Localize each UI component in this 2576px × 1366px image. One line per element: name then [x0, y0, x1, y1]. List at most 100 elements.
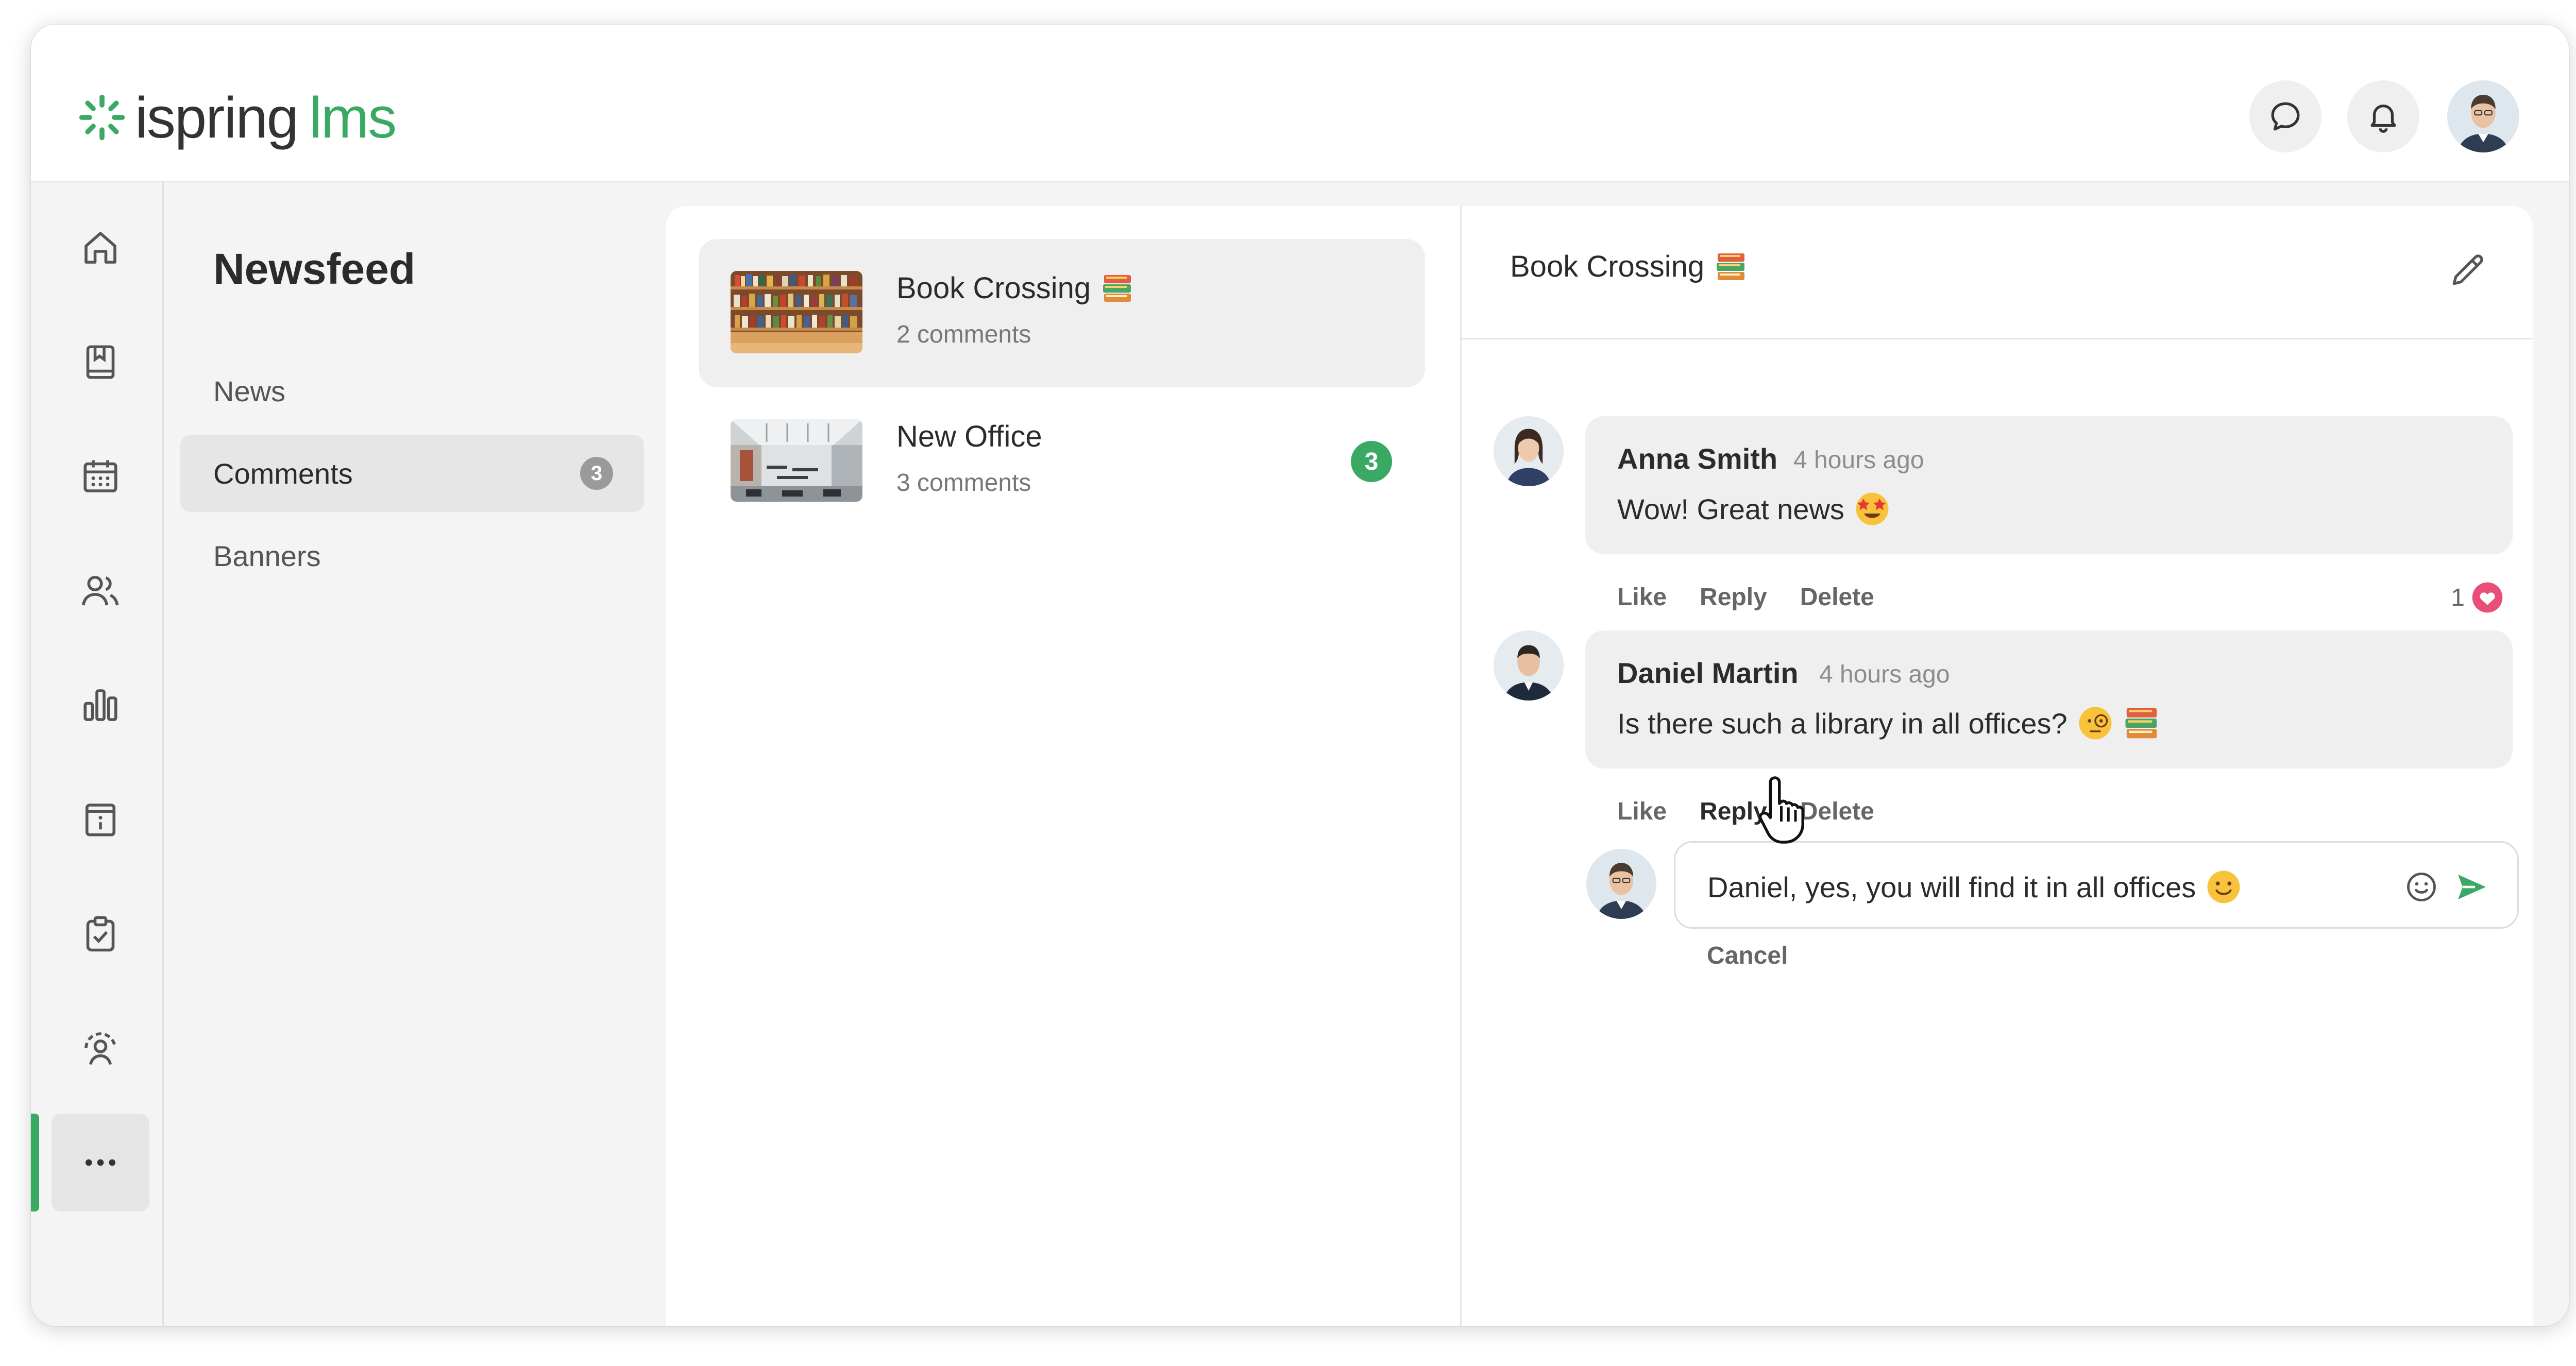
books-emoji-icon — [1103, 275, 1131, 302]
rail-calendar[interactable] — [52, 428, 149, 525]
comments-count-badge: 3 — [580, 457, 613, 490]
post-title: Book Crossing — [896, 271, 1134, 305]
chat-bubble-icon — [2271, 102, 2300, 131]
rail-assignments[interactable] — [52, 885, 149, 983]
post-item-new-office[interactable]: New Office 3 comments 3 — [699, 387, 1425, 536]
man-avatar-icon — [2447, 80, 2519, 152]
like-count[interactable]: 1 — [2451, 581, 2504, 614]
star-struck-emoji-icon — [1856, 492, 1889, 525]
post-detail: Book Crossing Anna Smith 4 hours ago Wow… — [1462, 206, 2533, 1326]
comment-actions: Like Reply Delete — [1617, 583, 1874, 611]
subnav-item-news[interactable]: News — [180, 352, 644, 430]
bell-icon — [2370, 104, 2396, 133]
woman-avatar-icon — [1494, 416, 1564, 486]
logo-product: lms — [309, 85, 397, 150]
man-avatar-icon — [1494, 630, 1564, 701]
rail-users[interactable] — [52, 542, 149, 640]
main-panel: Book Crossing 2 comments New Office 3 co… — [666, 206, 2533, 1326]
bar-chart-icon — [83, 689, 117, 721]
like-count-value: 1 — [2451, 584, 2465, 611]
users-icon — [81, 575, 119, 606]
comment-text: Wow! Great news — [1617, 490, 1891, 527]
subnav-title: Newsfeed — [213, 245, 416, 293]
comment-time: 4 hours ago — [1793, 447, 1924, 474]
reply-input-value: Daniel, yes, you will find it in all off… — [1707, 870, 2196, 903]
posts-list: Book Crossing 2 comments New Office 3 co… — [666, 206, 1462, 1326]
monocle-face-emoji-icon — [2079, 707, 2112, 740]
reply-input-text: Daniel, yes, you will find it in all off… — [1707, 868, 2242, 906]
subnav-item-banners[interactable]: Banners — [180, 517, 644, 594]
detail-title-text: Book Crossing — [1510, 250, 1705, 283]
emoji-picker-icon[interactable] — [2403, 868, 2440, 906]
notifications-button[interactable] — [2347, 80, 2419, 152]
comment-author-avatar — [1494, 416, 1564, 486]
rail-home[interactable] — [52, 199, 149, 297]
bookshelf-image — [731, 271, 862, 353]
man-avatar-icon — [1586, 849, 1656, 919]
send-icon[interactable] — [2453, 868, 2490, 906]
comment-time: 4 hours ago — [1819, 661, 1950, 688]
cancel-reply-button[interactable]: Cancel — [1707, 942, 1788, 970]
books-emoji-icon — [2125, 708, 2157, 739]
comment-text: Is there such a library in all offices? — [1617, 705, 2160, 742]
rail-reports[interactable] — [52, 656, 149, 754]
ispring-logo[interactable]: ispring lms — [77, 85, 397, 150]
delete-button[interactable]: Delete — [1800, 583, 1874, 611]
post-comment-count: 3 comments — [896, 469, 1031, 497]
info-doc-icon — [85, 804, 116, 836]
home-icon — [84, 232, 116, 264]
comment-author-avatar — [1494, 630, 1564, 701]
user-avatar[interactable] — [2447, 80, 2519, 152]
detail-header: Book Crossing — [1462, 206, 2533, 339]
comment-author[interactable]: Anna Smith — [1617, 442, 1777, 475]
admin-user-icon — [84, 1032, 116, 1065]
subnav-item-label: News — [213, 374, 286, 407]
like-button[interactable]: Like — [1617, 797, 1667, 826]
office-image — [731, 419, 862, 502]
rail-admin[interactable] — [52, 999, 149, 1097]
post-item-book-crossing[interactable]: Book Crossing 2 comments — [699, 239, 1425, 387]
heart-icon — [2472, 582, 2503, 613]
rail-more[interactable] — [52, 1114, 149, 1211]
post-thumbnail — [731, 271, 862, 353]
post-title: New Office — [896, 419, 1042, 454]
more-dots-icon — [85, 1159, 116, 1166]
clipboard-check-icon — [86, 916, 115, 952]
comment-bubble: Anna Smith 4 hours ago Wow! Great news — [1585, 416, 2513, 554]
reply-author-avatar — [1586, 849, 1656, 919]
hand-cursor-icon — [1758, 776, 1804, 844]
flower-logo-icon — [79, 94, 125, 141]
top-header: ispring lms — [31, 25, 2569, 182]
smiling-face-emoji-icon — [2207, 870, 2240, 903]
pencil-icon[interactable] — [2447, 249, 2488, 291]
comment-author[interactable]: Daniel Martin — [1617, 656, 1799, 690]
newsfeed-subnav: Newsfeed News Comments 3 Banners — [164, 182, 663, 1326]
post-title-text: New Office — [896, 420, 1042, 453]
book-icon — [86, 345, 115, 379]
reply-input[interactable]: Daniel, yes, you will find it in all off… — [1674, 841, 2519, 929]
rail-courses[interactable] — [52, 313, 149, 411]
detail-title: Book Crossing — [1510, 249, 1748, 284]
icon-rail — [31, 182, 164, 1326]
like-button[interactable]: Like — [1617, 583, 1667, 611]
delete-button[interactable]: Delete — [1800, 797, 1874, 826]
reply-button[interactable]: Reply — [1700, 583, 1767, 611]
subnav-item-label: Banners — [213, 539, 321, 572]
books-emoji-icon — [1717, 253, 1745, 280]
comment-bubble: Daniel Martin 4 hours ago Is there such … — [1585, 630, 2513, 769]
active-rail-indicator — [31, 1114, 39, 1211]
logo-text: ispring — [135, 85, 299, 150]
post-thumbnail — [731, 419, 862, 502]
comment-text-value: Is there such a library in all offices? — [1617, 707, 2067, 740]
app-window: ispring lms Newsfeed News Comments 3 Ban… — [31, 25, 2569, 1326]
rail-info[interactable] — [52, 771, 149, 868]
subnav-item-comments[interactable]: Comments 3 — [180, 435, 644, 512]
messages-button[interactable] — [2249, 80, 2321, 152]
comment-text-value: Wow! Great news — [1617, 492, 1844, 525]
calendar-icon — [83, 460, 117, 492]
subnav-item-label: Comments — [213, 457, 353, 490]
post-title-text: Book Crossing — [896, 271, 1091, 305]
comment-actions: Like Reply Delete — [1617, 797, 1874, 826]
post-comment-count: 2 comments — [896, 321, 1031, 348]
new-comments-badge: 3 — [1351, 441, 1392, 482]
